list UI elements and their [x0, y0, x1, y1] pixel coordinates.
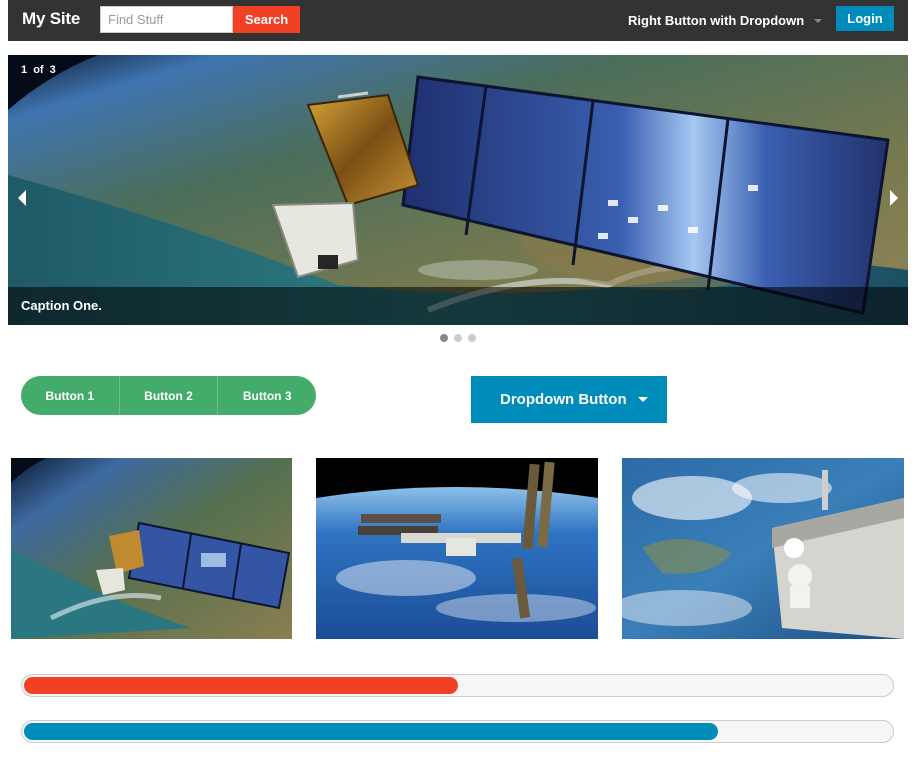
dropdown-button[interactable]: Dropdown Button	[471, 376, 667, 423]
button-3[interactable]: Button 3	[217, 376, 316, 415]
slide-caption: Caption One.	[8, 287, 908, 325]
button-2[interactable]: Button 2	[118, 376, 218, 415]
carousel-bullet-1[interactable]	[440, 334, 448, 342]
search-input[interactable]	[100, 6, 233, 33]
button-group: Button 1 Button 2 Button 3	[21, 376, 316, 415]
right-dropdown-button[interactable]: Right Button with Dropdown	[628, 0, 823, 41]
chevron-right-icon[interactable]	[890, 190, 898, 206]
progress-bar-alert	[21, 674, 894, 697]
login-button[interactable]: Login	[836, 6, 894, 31]
slide-counter: 1 of 3	[21, 64, 56, 76]
space-station-thumbnail-image	[316, 458, 598, 639]
button-1[interactable]: Button 1	[21, 376, 119, 415]
image-carousel: 1 of 3 Caption One.	[8, 55, 908, 325]
progress-bar-primary	[21, 720, 894, 743]
slide-counter-of: of	[33, 64, 44, 76]
site-name[interactable]: My Site	[22, 9, 80, 29]
slide-counter-current: 1	[21, 64, 28, 76]
satellite-slide-image	[8, 55, 908, 325]
right-dropdown-label: Right Button with Dropdown	[628, 13, 805, 28]
carousel-bullet-3[interactable]	[468, 334, 476, 342]
chevron-left-icon[interactable]	[18, 190, 26, 206]
thumbnail-spacewalk[interactable]	[622, 458, 904, 639]
satellite-thumbnail-image	[11, 458, 292, 639]
search-button[interactable]: Search	[233, 6, 300, 33]
caret-down-icon	[814, 19, 823, 23]
caret-down-icon	[638, 397, 648, 402]
progress-meter	[24, 723, 718, 740]
slide-counter-total: 3	[49, 64, 56, 76]
carousel-bullets	[440, 334, 476, 342]
top-bar: My Site Search Right Button with Dropdow…	[8, 0, 908, 41]
thumbnail-space-station[interactable]	[316, 458, 598, 639]
spacewalk-thumbnail-image	[622, 458, 904, 639]
carousel-bullet-2[interactable]	[454, 334, 462, 342]
dropdown-button-label: Dropdown Button	[500, 391, 627, 408]
thumbnail-satellite[interactable]	[11, 458, 292, 639]
progress-meter	[24, 677, 458, 694]
